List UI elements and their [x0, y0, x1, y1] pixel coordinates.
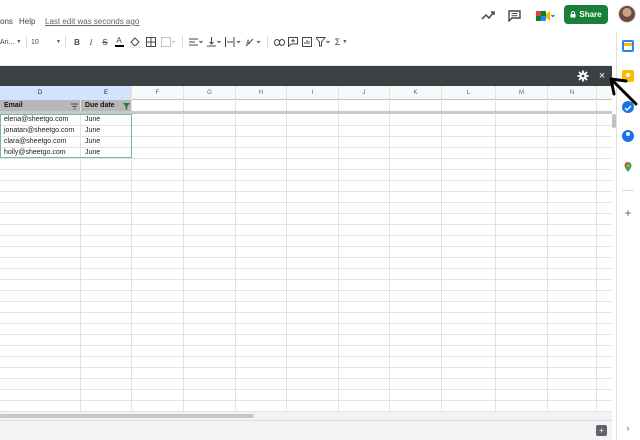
- column-header-n[interactable]: N: [548, 86, 597, 100]
- toolbar-divider: [267, 36, 268, 48]
- row-gridline: [0, 235, 612, 236]
- row-gridline: [0, 367, 612, 368]
- filter-active-icon[interactable]: [123, 103, 130, 110]
- merge-cells-icon[interactable]: [158, 34, 178, 50]
- chevron-down-icon: ▼: [16, 39, 22, 45]
- table-header-email[interactable]: Email: [0, 100, 80, 111]
- gear-icon[interactable]: [577, 70, 589, 82]
- table-range-outline: [0, 114, 132, 158]
- borders-icon[interactable]: [144, 34, 158, 50]
- row-gridline: [0, 169, 612, 170]
- table-header-due-date[interactable]: Due date: [81, 100, 131, 111]
- font-family-value: Ari...: [0, 38, 15, 46]
- strikethrough-icon[interactable]: S: [98, 34, 112, 50]
- functions-icon[interactable]: Σ ▼: [332, 34, 350, 50]
- addon-panel-header: ×: [0, 66, 612, 86]
- maps-icon[interactable]: [622, 160, 634, 172]
- calendar-icon[interactable]: [622, 40, 634, 52]
- header-label: Email: [4, 102, 23, 109]
- filter-icon[interactable]: [314, 34, 332, 50]
- horizontal-align-icon[interactable]: [187, 34, 205, 50]
- row-gridline: [0, 202, 612, 203]
- row-gridline: [0, 334, 612, 335]
- row-gridline: [0, 246, 612, 247]
- row-gridline: [0, 180, 612, 181]
- row-gridline: [0, 323, 612, 324]
- row-gridline: [0, 345, 612, 346]
- toolbar-divider: [65, 36, 66, 48]
- row-gridline: [0, 213, 612, 214]
- sheet-tabs-bar: [0, 420, 612, 440]
- italic-icon[interactable]: I: [84, 34, 98, 50]
- row-gridline: [0, 301, 612, 302]
- column-header-j[interactable]: J: [339, 86, 390, 100]
- row-gridline: [0, 224, 612, 225]
- share-button-label: Share: [579, 10, 602, 19]
- explore-icon[interactable]: +: [596, 425, 607, 436]
- row-gridline: [0, 257, 612, 258]
- annotation-arrow-icon: [609, 77, 638, 106]
- font-size-select[interactable]: 10 ▼: [31, 34, 61, 50]
- column-header-k[interactable]: K: [390, 86, 442, 100]
- toolbar-divider: [182, 36, 183, 48]
- row-gridline: [0, 356, 612, 357]
- chevron-down-icon: ▼: [56, 39, 61, 45]
- side-panel-divider: [622, 190, 634, 191]
- text-color-icon[interactable]: A: [112, 34, 126, 50]
- column-header-l[interactable]: L: [442, 86, 496, 100]
- vertical-align-icon[interactable]: [205, 34, 223, 50]
- toolbar-divider: [26, 36, 27, 48]
- add-addon-icon[interactable]: +: [622, 206, 634, 220]
- row-gridline: [0, 158, 612, 159]
- column-header-e[interactable]: E: [81, 86, 132, 100]
- row-gridline: [0, 389, 612, 390]
- activity-trend-icon[interactable]: [480, 8, 496, 24]
- fill-color-icon[interactable]: [126, 34, 144, 50]
- lock-icon: [570, 11, 576, 18]
- menu-bar: ons Help Last edit was seconds ago Share: [0, 0, 640, 32]
- font-family-select[interactable]: Ari... ▼: [0, 34, 22, 50]
- text-wrap-icon[interactable]: [223, 34, 243, 50]
- meet-call-icon[interactable]: [534, 8, 556, 24]
- font-size-value: 10: [31, 38, 39, 46]
- row-gridline: [0, 290, 612, 291]
- contacts-icon[interactable]: [622, 130, 634, 142]
- last-edit-link[interactable]: Last edit was seconds ago: [45, 17, 139, 26]
- spreadsheet-grid[interactable]: D E F G H I J K L M N Email Due date ele…: [0, 86, 612, 412]
- column-header-f[interactable]: F: [132, 86, 184, 100]
- spreadsheet-app: ons Help Last edit was seconds ago Share…: [0, 0, 640, 440]
- horizontal-scrollbar-thumb[interactable]: [0, 414, 254, 418]
- comments-icon[interactable]: [506, 8, 522, 24]
- column-header-row: D E F G H I J K L M N: [0, 86, 612, 100]
- formatting-toolbar: Ari... ▼ 10 ▼ B I S A A Σ ▼: [0, 32, 612, 52]
- user-avatar[interactable]: [618, 5, 636, 23]
- column-header-h[interactable]: H: [236, 86, 287, 100]
- bold-icon[interactable]: B: [70, 34, 84, 50]
- column-header-i[interactable]: I: [287, 86, 339, 100]
- share-button[interactable]: Share: [564, 5, 608, 24]
- row-gridline: [0, 378, 612, 379]
- text-rotate-icon[interactable]: A: [243, 34, 263, 50]
- column-header-g[interactable]: G: [184, 86, 236, 100]
- row-gridline: [0, 279, 612, 280]
- link-icon[interactable]: [272, 34, 286, 50]
- filter-sort-icon[interactable]: [71, 103, 78, 110]
- row-gridline: [0, 268, 612, 269]
- header-label: Due date: [85, 102, 115, 109]
- comment-icon[interactable]: [286, 34, 300, 50]
- column-header-m[interactable]: M: [496, 86, 548, 100]
- row-gridline: [0, 400, 612, 401]
- row-gridline: [0, 191, 612, 192]
- formula-bar-area: [0, 52, 612, 66]
- svg-text:A: A: [246, 39, 251, 46]
- menu-item-help[interactable]: Help: [19, 17, 35, 26]
- chevron-right-icon[interactable]: ›: [622, 422, 634, 434]
- insert-chart-icon[interactable]: [300, 34, 314, 50]
- row-gridline: [0, 312, 612, 313]
- menu-item-extensions[interactable]: ons: [0, 17, 13, 26]
- column-header-d[interactable]: D: [0, 86, 81, 100]
